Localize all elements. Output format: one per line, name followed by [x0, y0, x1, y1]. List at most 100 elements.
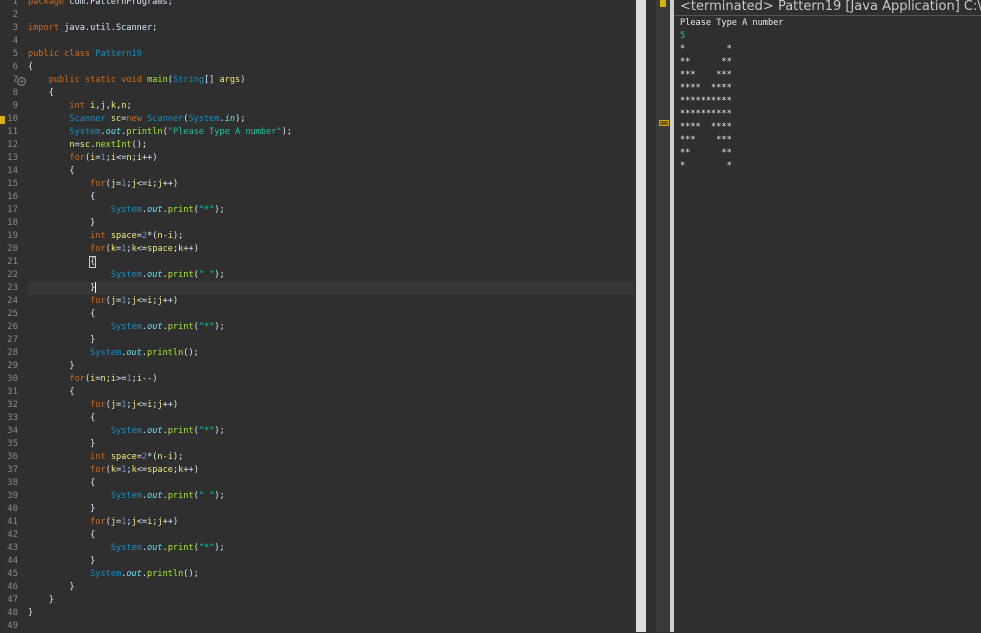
code-line[interactable]: }	[28, 334, 95, 347]
code-line[interactable]: System.out.print("*");	[28, 542, 225, 555]
line-number: 18	[7, 218, 18, 228]
code-line[interactable]: {	[28, 412, 95, 425]
line-number: 30	[7, 374, 18, 384]
line-number: 42	[7, 530, 18, 540]
line-number: 37	[7, 465, 18, 475]
line-number: 28	[7, 348, 18, 358]
code-line[interactable]: System.out.println("Please Type A number…	[28, 126, 292, 139]
line-number: 14	[7, 166, 18, 176]
code-line[interactable]: }	[28, 607, 33, 620]
collapse-minus-icon[interactable]: −	[17, 77, 26, 86]
warning-marker-icon[interactable]	[0, 116, 5, 124]
code-line[interactable]: for(k=1;k<=space;k++)	[28, 464, 199, 477]
code-line[interactable]: {	[28, 256, 97, 269]
code-line[interactable]: for(j=1;j<=i;j++)	[28, 516, 178, 529]
line-number: 25	[7, 309, 18, 319]
warning-marker-icon	[660, 0, 666, 7]
code-line[interactable]: {	[28, 87, 54, 100]
line-number: 17	[7, 205, 18, 215]
line-number: 23	[7, 283, 18, 293]
code-line[interactable]: {	[28, 61, 33, 74]
code-line[interactable]: for(i=n;i>=1;i--)	[28, 373, 157, 386]
line-number: 9	[12, 101, 18, 111]
pane-divider[interactable]	[646, 0, 656, 632]
line-number: 31	[7, 387, 18, 397]
code-line[interactable]: int space=2*(n-i);	[28, 230, 183, 243]
code-line[interactable]: for(j=1;j<=i;j++)	[28, 399, 178, 412]
code-line[interactable]: int space=2*(n-i);	[28, 451, 183, 464]
code-line[interactable]: System.out.print(" ");	[28, 269, 225, 282]
console-divider	[674, 15, 981, 16]
code-line[interactable]: {	[28, 308, 95, 321]
line-number: 35	[7, 439, 18, 449]
code-line[interactable]: }	[28, 360, 74, 373]
code-line[interactable]: }	[28, 581, 74, 594]
line-number: 46	[7, 582, 18, 592]
line-number: 2	[12, 10, 18, 20]
console-output-line: * *	[680, 161, 732, 171]
console-output-line: * *	[680, 44, 732, 54]
line-number: 41	[7, 517, 18, 527]
line-number: 40	[7, 504, 18, 514]
console-view[interactable]: <terminated> Pattern19 [Java Application…	[670, 0, 981, 632]
code-line[interactable]: {	[28, 191, 95, 204]
code-line[interactable]: public class Pattern19	[28, 48, 142, 61]
line-number: 3	[12, 23, 18, 33]
console-output-line: *** ***	[680, 70, 732, 80]
line-number-gutter: 1 2 3 4 5 6 7 8 9 10 11 12 13 14 15 16 17 18 19 20 21 22 23 24 2…	[0, 0, 26, 632]
line-number: 47	[7, 595, 18, 605]
code-line[interactable]: }	[28, 555, 95, 568]
code-editor[interactable]: 1 2 3 4 5 6 7 8 9 10 11 12 13 14 15 16 17 18 19 20 21 22 23 24 2…	[0, 0, 636, 632]
code-line[interactable]: System.out.println();	[28, 568, 199, 581]
code-line[interactable]: n=sc.nextInt();	[28, 139, 147, 152]
code-line[interactable]: {	[28, 529, 95, 542]
code-line[interactable]: System.out.print(" ");	[28, 490, 225, 503]
code-line[interactable]: {	[28, 165, 74, 178]
code-line[interactable]: System.out.println();	[28, 347, 199, 360]
code-line[interactable]: int i,j,k,n;	[28, 100, 131, 113]
code-line[interactable]: Scanner sc=new Scanner(System.in);	[28, 113, 245, 126]
line-number: 8	[12, 88, 18, 98]
code-line[interactable]: }	[28, 217, 95, 230]
line-number: 11	[7, 127, 18, 137]
code-line[interactable]: for(i=1;i<=n;i++)	[28, 152, 157, 165]
line-number: 45	[7, 569, 18, 579]
code-line[interactable]: }	[28, 282, 97, 295]
line-number: 43	[7, 543, 18, 553]
code-line[interactable]: for(j=1;j<=i;j++)	[28, 295, 178, 308]
code-line[interactable]: for(j=1;j<=i;j++)	[28, 178, 178, 191]
code-line[interactable]: for(k=1;k<=space;k++)	[28, 243, 199, 256]
code-line[interactable]: {	[28, 477, 95, 490]
line-number: 21	[7, 257, 18, 267]
code-line[interactable]: System.out.print("*");	[28, 425, 225, 438]
line-number: 44	[7, 556, 18, 566]
code-line[interactable]: System.out.print("*");	[28, 204, 225, 217]
line-number: 4	[12, 36, 18, 46]
code-line[interactable]: }	[28, 594, 54, 607]
overview-ruler[interactable]	[656, 0, 670, 632]
line-number: 16	[7, 192, 18, 202]
code-line[interactable]: }	[28, 503, 95, 516]
console-output-line: **********	[680, 109, 732, 119]
code-line[interactable]: import java.util.Scanner;	[28, 22, 157, 35]
line-number: 12	[7, 140, 18, 150]
console-output-line: **********	[680, 96, 732, 106]
line-number: 48	[7, 608, 18, 618]
code-line[interactable]: {	[28, 386, 74, 399]
occurrence-marker[interactable]	[659, 120, 669, 126]
text-cursor	[95, 282, 97, 293]
console-title: <terminated> Pattern19 [Java Application…	[680, 0, 981, 14]
line-number: 39	[7, 491, 18, 501]
code-line[interactable]: package com.PatternPrograms;	[28, 0, 173, 9]
code-line[interactable]: public static void main(String[] args)	[28, 74, 246, 87]
line-number: 6	[12, 62, 18, 72]
code-line[interactable]: }	[28, 438, 95, 451]
line-number: 19	[7, 231, 18, 241]
code-line[interactable]: System.out.print("*");	[28, 321, 225, 334]
line-number: 27	[7, 335, 18, 345]
line-number: 38	[7, 478, 18, 488]
line-number: 1	[12, 0, 18, 7]
console-output-line: Please Type A number	[680, 18, 784, 28]
editor-vertical-scrollbar[interactable]	[636, 0, 646, 632]
line-number: 29	[7, 361, 18, 371]
